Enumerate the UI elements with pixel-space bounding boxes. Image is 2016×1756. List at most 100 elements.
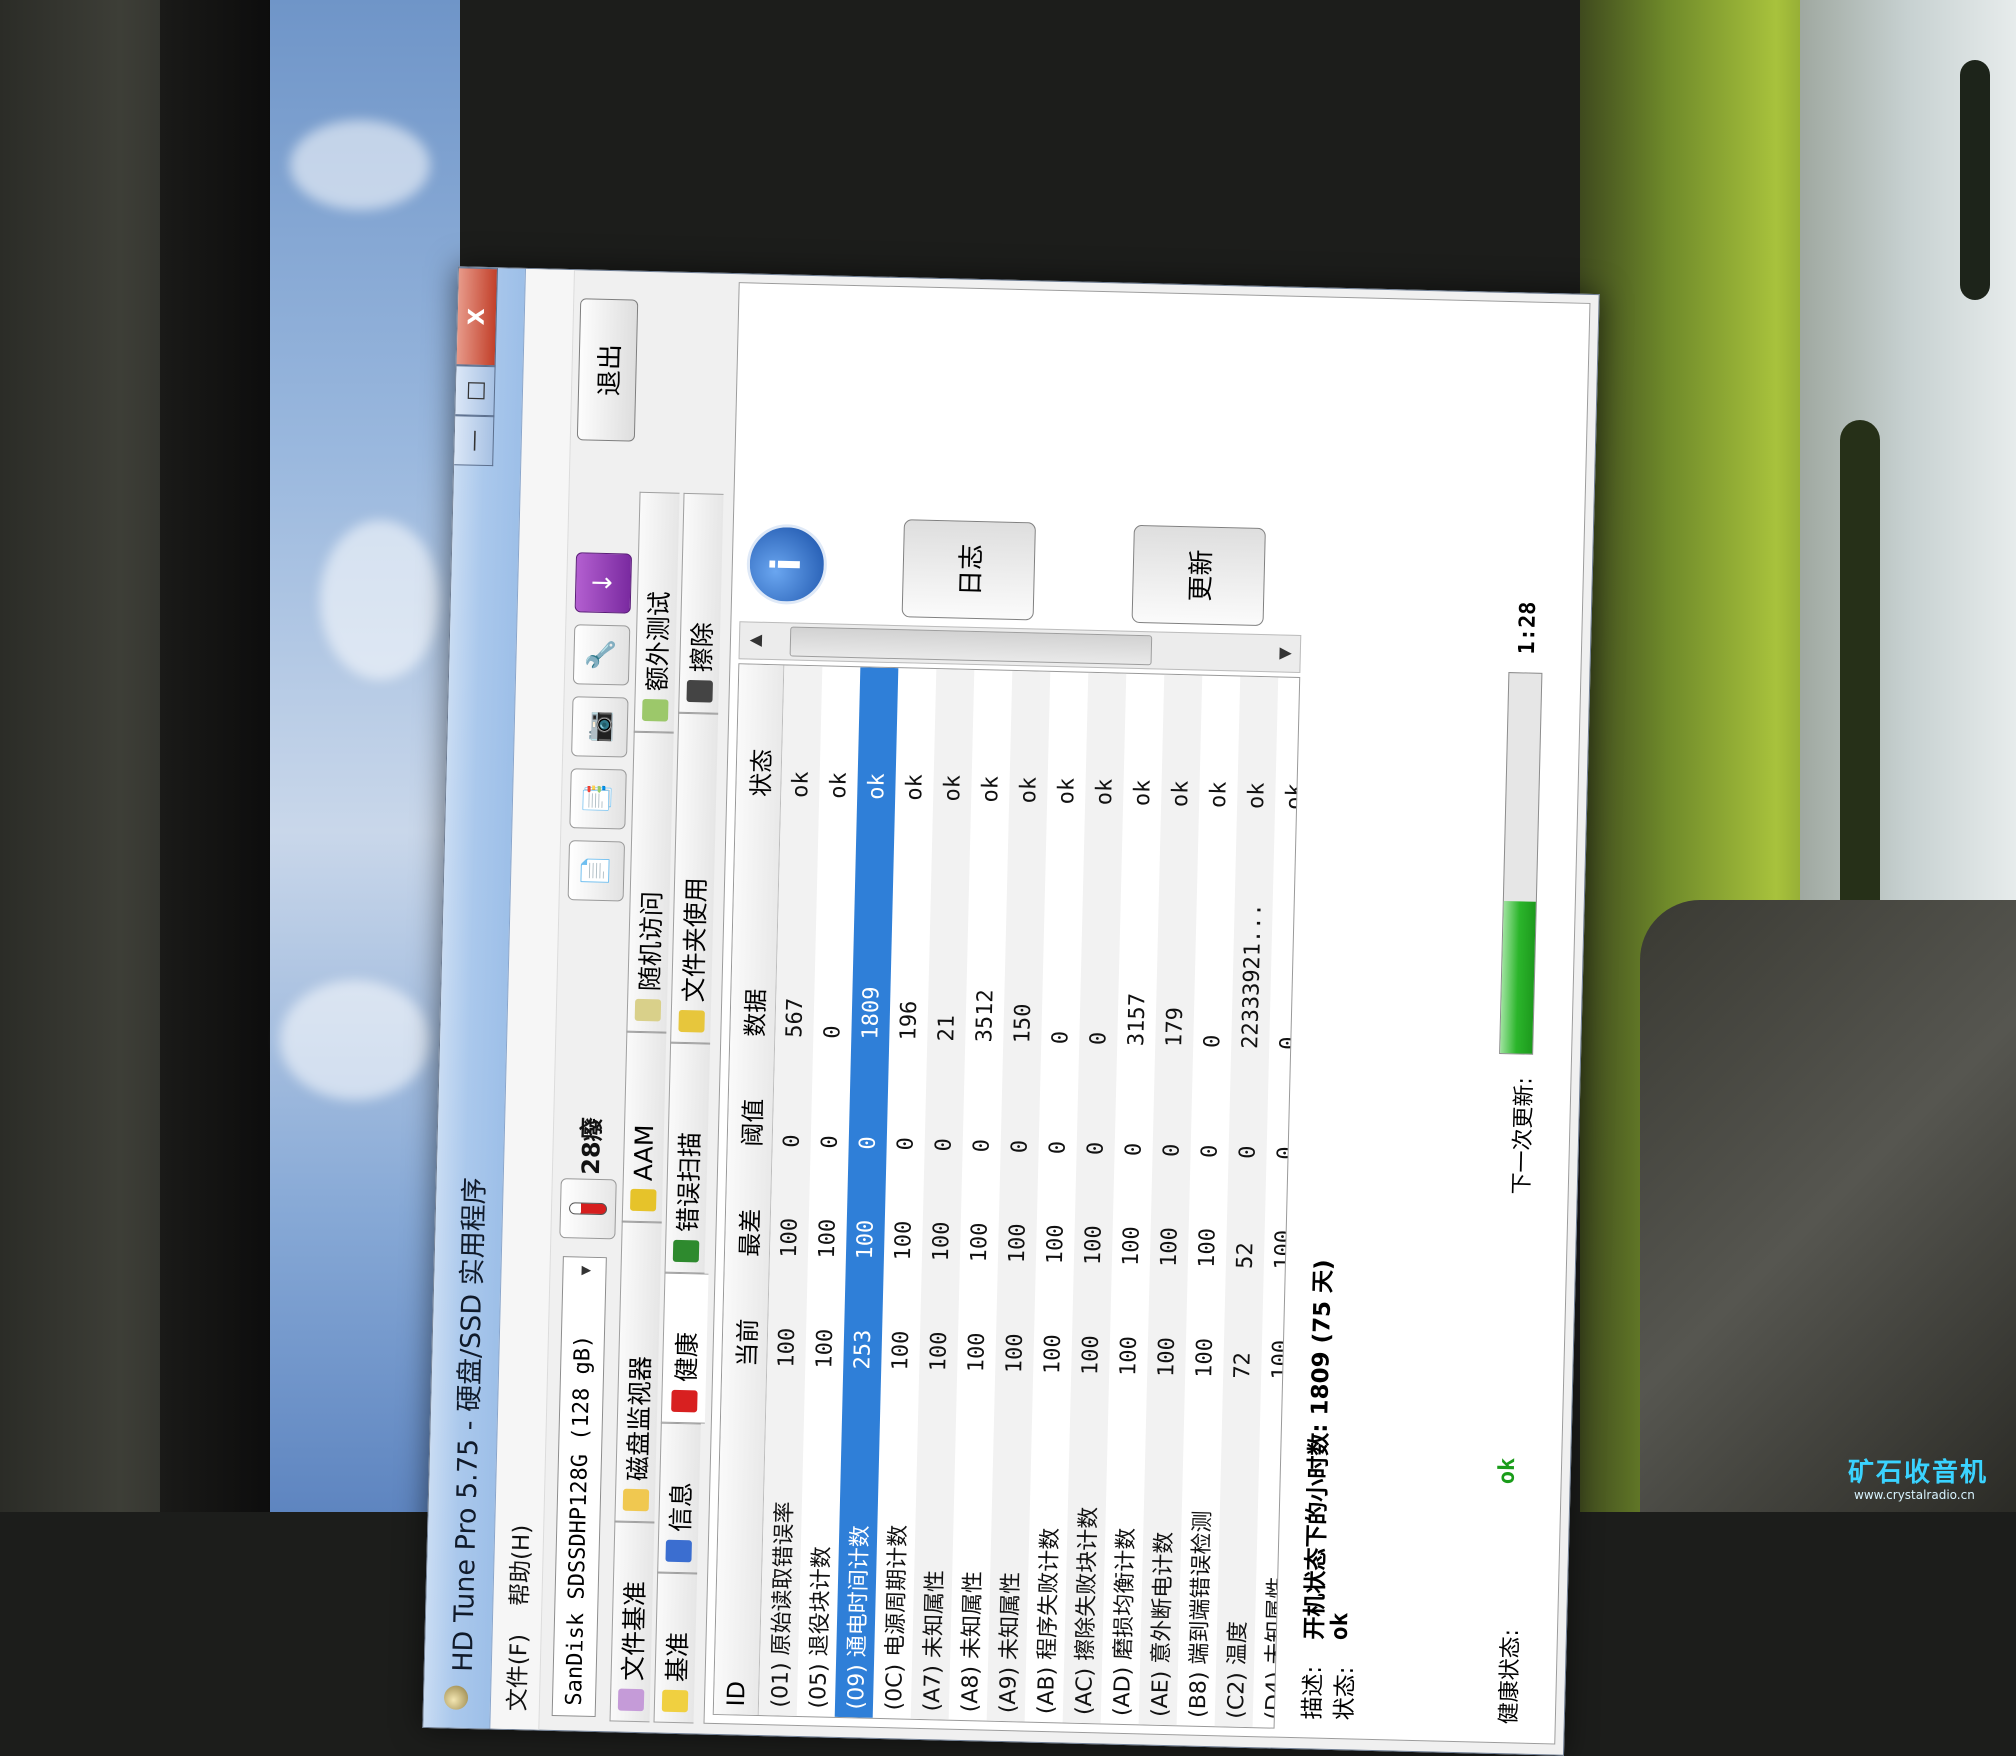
extra-tests-icon xyxy=(641,698,669,722)
scroll-down-icon[interactable]: ▼ xyxy=(1269,635,1300,672)
cell-data: 0 xyxy=(819,1025,846,1039)
cell-threshold: 0 xyxy=(1007,1139,1033,1154)
menu-file[interactable]: 文件(F) xyxy=(498,1634,534,1712)
cell-status: ok xyxy=(1243,782,1270,810)
minimize-button[interactable]: — xyxy=(454,415,495,467)
cell-data: 0 xyxy=(1085,1031,1112,1046)
cell-id: (09) 通电时间计数 xyxy=(843,1525,874,1710)
cell-id: (C2) 温度 xyxy=(1223,1620,1252,1720)
chevron-down-icon[interactable]: ▼ xyxy=(563,1265,607,1276)
cell-worst: 100 xyxy=(1194,1227,1221,1269)
cell-current: 100 xyxy=(1153,1336,1180,1378)
refresh-button[interactable]: 更新 xyxy=(1131,524,1266,627)
tab-erase[interactable]: 擦除 xyxy=(678,492,724,714)
cell-status: ok xyxy=(825,771,852,800)
cell-threshold: 0 xyxy=(969,1138,995,1153)
temperature-value: 28癈 xyxy=(576,1117,607,1176)
temperature-button[interactable] xyxy=(559,1178,617,1240)
copy-all-button[interactable]: 📑 xyxy=(569,768,627,830)
cell-threshold: 0 xyxy=(1120,1142,1147,1157)
cell-threshold: 0 xyxy=(1234,1145,1261,1160)
tab-label: 信息 xyxy=(665,1481,696,1533)
next-update-progress xyxy=(1499,672,1543,1055)
cell-id: (05) 退役块计数 xyxy=(805,1546,835,1709)
screenshot-button[interactable]: 📷 xyxy=(571,696,629,758)
log-button[interactable]: 日志 xyxy=(901,519,1036,621)
cell-status: ok xyxy=(901,773,928,801)
cell-data: 3512 xyxy=(971,989,999,1043)
tab-label: 错误扫描 xyxy=(673,1131,705,1233)
cell-worst: 100 xyxy=(966,1222,993,1263)
tab-label: 文件夹使用 xyxy=(678,876,711,1003)
tab-aam[interactable]: AAM xyxy=(621,1031,667,1223)
health-panel: ID 当前 最差 阈值 数据 状态 (01) 原始读取错误率 100 100 0 567… xyxy=(703,282,1591,1745)
info-button[interactable]: i xyxy=(745,523,828,606)
cell-data: 21 xyxy=(933,1014,960,1042)
cell-worst: 100 xyxy=(1270,1229,1297,1271)
header-status[interactable]: 状态 xyxy=(740,684,778,805)
exit-button[interactable]: 退出 xyxy=(576,298,639,442)
menu-help[interactable]: 帮助(H) xyxy=(500,1524,536,1606)
tab-file-benchmark[interactable]: 文件基准 xyxy=(609,1521,655,1723)
tab-extra-tests[interactable]: 额外测试 xyxy=(633,491,680,733)
tab-folder-usage[interactable]: 文件夹使用 xyxy=(670,712,719,1044)
tab-random-access[interactable]: 随机访问 xyxy=(626,731,674,1033)
header-threshold[interactable]: 阈值 xyxy=(732,1044,770,1155)
header-current[interactable]: 当前 xyxy=(727,1264,765,1375)
scroll-up-icon[interactable]: ▲ xyxy=(740,622,771,659)
cell-threshold: 0 xyxy=(817,1135,843,1149)
tab-disk-monitor[interactable]: 磁盘监视器 xyxy=(614,1221,662,1523)
close-button[interactable]: X xyxy=(456,267,498,367)
cell-current: 100 xyxy=(1001,1333,1028,1374)
cell-id: (A7) 未知属性 xyxy=(919,1569,949,1712)
cell-threshold: 0 xyxy=(1045,1140,1071,1155)
header-worst[interactable]: 最差 xyxy=(729,1154,767,1265)
speaker-icon xyxy=(629,1188,657,1212)
tab-error-scan[interactable]: 错误扫描 xyxy=(664,1042,711,1274)
cell-worst: 100 xyxy=(776,1217,803,1258)
cell-status: ok xyxy=(863,772,890,800)
cell-status: ok xyxy=(1167,780,1194,808)
smart-table[interactable]: ID 当前 最差 阈值 数据 状态 (01) 原始读取错误率 100 100 0 567… xyxy=(712,663,1301,1729)
cell-id: (0C) 电源周期计数 xyxy=(881,1524,912,1711)
cell-worst: 100 xyxy=(1080,1225,1107,1266)
cell-worst: 100 xyxy=(852,1219,879,1260)
save-button[interactable]: ↓ xyxy=(574,552,633,614)
scroll-thumb[interactable] xyxy=(789,626,1153,666)
health-cross-icon xyxy=(670,1389,698,1413)
monitor-frame xyxy=(160,0,280,1512)
cell-id: (A8) 未知属性 xyxy=(957,1570,987,1713)
wallpaper-cloud xyxy=(320,520,440,680)
copy-info-button[interactable]: 📄 xyxy=(567,840,626,902)
app-icon xyxy=(443,1685,469,1710)
cell-data: 150 xyxy=(1009,1003,1036,1044)
wallpaper-rock xyxy=(1840,420,1880,920)
cell-current: 100 xyxy=(1191,1337,1218,1379)
cell-data: 0 xyxy=(1047,1030,1074,1045)
cell-status: ok xyxy=(1129,779,1156,807)
file-benchmark-icon xyxy=(617,1688,644,1712)
cell-current: 72 xyxy=(1229,1351,1256,1380)
cell-data: 22333921... xyxy=(1237,902,1267,1050)
maximize-button[interactable]: □ xyxy=(455,365,496,417)
cell-worst: 100 xyxy=(814,1218,841,1259)
cell-status: ok xyxy=(1205,781,1232,809)
cell-status: ok xyxy=(1091,778,1118,806)
benchmark-icon xyxy=(661,1689,688,1713)
cell-current: 253 xyxy=(849,1329,876,1370)
tab-label: 磁盘监视器 xyxy=(622,1355,655,1482)
tab-health[interactable]: 健康 xyxy=(660,1272,709,1424)
disk-monitor-icon xyxy=(622,1488,649,1512)
tab-info[interactable]: 信息 xyxy=(657,1422,701,1574)
tab-label: 文件基准 xyxy=(618,1580,650,1682)
cell-data: 179 xyxy=(1161,1006,1188,1048)
cell-data: 1809 xyxy=(857,986,885,1040)
cell-current: 100 xyxy=(887,1330,914,1371)
header-data[interactable]: 数据 xyxy=(735,804,776,1045)
watermark-name: 矿石收音机 xyxy=(1848,1458,1989,1488)
drive-select[interactable]: SanDisk SDSSDHP128G (128 gB) ▼ xyxy=(551,1256,607,1718)
wallpaper-cloud xyxy=(280,980,430,1100)
tab-benchmark[interactable]: 基准 xyxy=(653,1572,698,1724)
options-button[interactable]: 🔧 xyxy=(572,624,631,686)
header-id[interactable]: ID xyxy=(722,1374,758,1715)
